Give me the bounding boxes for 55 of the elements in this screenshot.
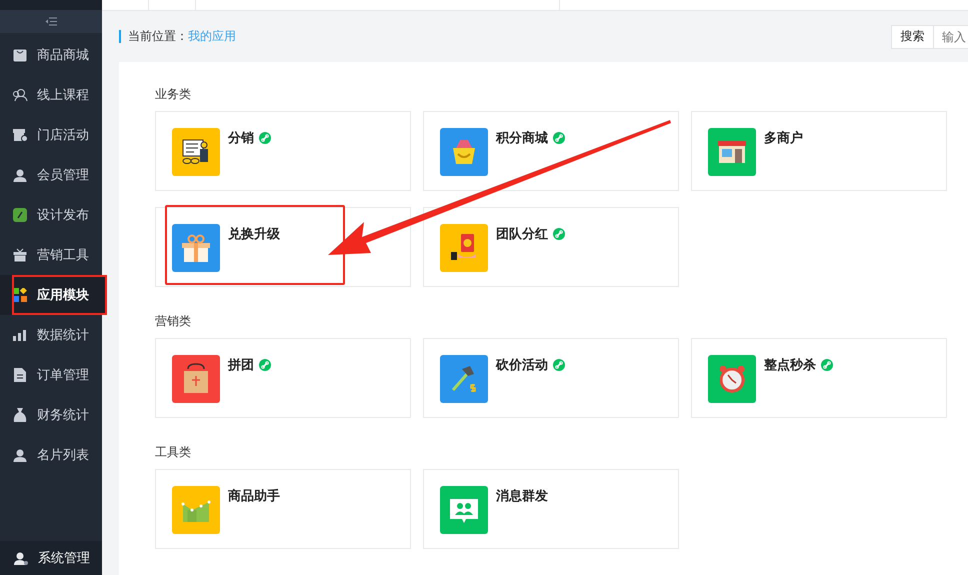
app-card[interactable]: 商品助手 [155,469,411,549]
sidebar-footer-item[interactable]: 系统管理 [0,541,102,575]
bar-chart-icon [12,329,28,341]
link-icon [12,208,28,222]
section-title: 工具类 [155,444,192,461]
user-icon [12,448,28,462]
collapse-icon[interactable] [45,17,57,26]
app-name: 兑换升级 [228,225,280,243]
sidebar-item[interactable]: 线上课程 [0,75,102,115]
section-title: 营销类 [155,313,192,330]
store-icon [12,128,28,142]
app-name: 多商户 [764,129,803,147]
link-icon [259,359,271,371]
apps-icon [12,288,28,302]
app-name: 整点秒杀 [764,356,816,374]
bag-icon [12,48,28,62]
section-title: 业务类 [155,86,192,103]
sidebar-item[interactable]: 应用模块 [12,275,107,315]
link-icon [553,228,565,240]
sidebar-item[interactable]: 订单管理 [0,355,102,395]
app-card[interactable]: 团队分红 [423,207,679,287]
search-button[interactable]: 搜索 [891,24,934,49]
people-icon [12,88,28,102]
app-name: 分销 [228,129,254,147]
app-name: 消息群发 [496,487,548,505]
user-settings-icon [14,552,28,564]
link-icon [553,359,565,371]
link-icon [821,359,833,371]
document-icon [12,368,28,382]
link-icon [553,132,565,144]
gift-icon [12,248,28,262]
sidebar-item[interactable]: 数据统计 [0,315,102,355]
sidebar-item[interactable]: 门店活动 [0,115,102,155]
app-card[interactable]: 整点秒杀 [691,338,947,418]
sidebar-item[interactable]: 营销工具 [0,235,102,275]
app-card[interactable]: 分销 [155,111,411,191]
sidebar-item[interactable]: 财务统计 [0,395,102,435]
app-name: 商品助手 [228,487,280,505]
sidebar-item[interactable]: 设计发布 [0,195,102,235]
app-card[interactable]: 消息群发 [423,469,679,549]
sidebar-item[interactable]: 名片列表 [0,435,102,475]
sidebar-item[interactable]: 商品商城 [0,35,102,75]
user-icon [12,168,28,182]
search-field[interactable]: 输入 [934,24,968,49]
breadcrumb: 当前位置：我的应用 [119,28,236,46]
app-name: 积分商城 [496,129,548,147]
app-name: 拼团 [228,356,254,374]
app-name: 团队分红 [496,225,548,243]
app-card[interactable]: 拼团 [155,338,411,418]
link-icon [259,132,271,144]
money-bag-icon [12,408,28,422]
app-card[interactable]: 多商户 [691,111,947,191]
app-card[interactable]: 砍价活动 [423,338,679,418]
sidebar-item[interactable]: 会员管理 [0,155,102,195]
app-name: 砍价活动 [496,356,548,374]
